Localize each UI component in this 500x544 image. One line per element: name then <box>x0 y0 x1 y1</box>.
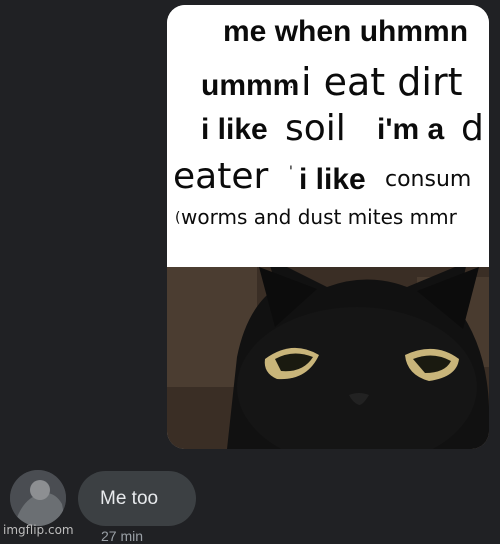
caption-i-like: i like <box>201 113 268 146</box>
caption-i-like-2: i like <box>299 163 366 196</box>
caption-consum: consum <box>385 167 472 192</box>
caption-worms: worms and dust mites mmr <box>181 205 457 229</box>
message-text: Me too <box>100 488 159 509</box>
caption-apostrophe: ' <box>289 164 293 180</box>
caption-d: d <box>461 108 484 149</box>
avatar-image <box>10 470 66 526</box>
sender-avatar[interactable] <box>10 470 66 526</box>
caption-im-a: i'm a <box>377 113 445 146</box>
meme-caption: me when uhmmn ummm : i eat dirt i like s… <box>167 5 489 267</box>
caption-i-eat-dirt: i eat dirt <box>301 60 463 104</box>
message-bubble[interactable]: Me too <box>78 471 196 526</box>
caption-ummm: ummm <box>201 69 300 102</box>
shared-image-message[interactable]: me when uhmmn ummm : i eat dirt i like s… <box>167 5 489 449</box>
message-timestamp: 27 min <box>101 528 144 544</box>
caption-line-1: me when uhmmn <box>223 15 469 48</box>
cat-photo <box>167 267 489 449</box>
caption-separator: : <box>289 76 294 92</box>
caption-paren: ( <box>175 210 181 226</box>
watermark: imgflip.com <box>3 523 74 537</box>
cat-face-image <box>167 267 489 449</box>
caption-soil: soil <box>285 108 346 149</box>
caption-eater: eater <box>173 156 269 197</box>
